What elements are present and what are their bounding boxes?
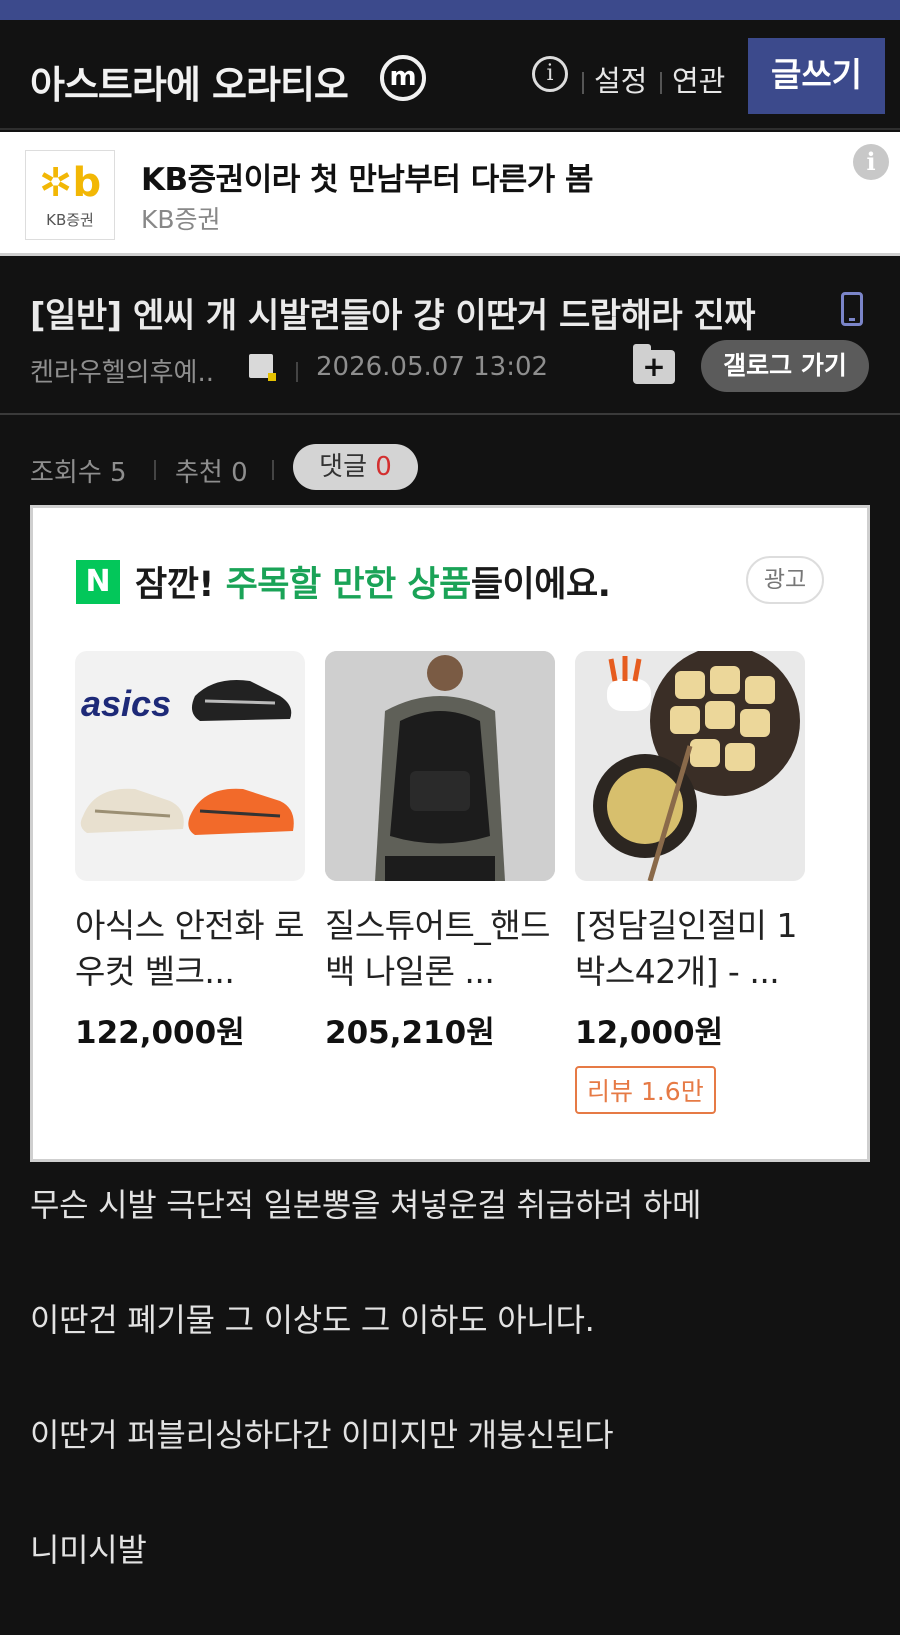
fixed-nick-icon (249, 354, 276, 381)
ad-label-badge[interactable]: 광고 (746, 556, 824, 604)
banner-advertiser: KB증권 (141, 205, 221, 234)
view-count: 조회수 5 (30, 458, 127, 488)
recommend-count: 추천 0 (175, 458, 248, 488)
folder-plus: + (642, 350, 666, 383)
post-body-line: 이딴건 폐기물 그 이상도 그 이하도 아니다. (30, 1301, 595, 1339)
product-card[interactable]: asics 아식스 안전화 로우컷 벨크... 122,000원 (75, 651, 305, 1052)
settings-link[interactable]: 설정 (594, 58, 647, 100)
ad-headline-prefix: 잠깐! (135, 565, 226, 605)
post-title: [일반] 엔씨 개 시발련들아 걍 이딴거 드랍해라 진짜 (30, 296, 756, 336)
author-name[interactable]: 켄라우헬의후예.. (30, 352, 214, 389)
product-card[interactable]: [정담길인절미 1박스42개] - ... 12,000원 리뷰 1.6만 (575, 651, 805, 1114)
post-body-line: 무슨 시발 극단적 일본뽕을 쳐넣운걸 취급하려 하메 (30, 1186, 702, 1224)
product-image-injeolmi[interactable] (575, 651, 805, 881)
post-header: [일반] 엔씨 개 시발련들아 걍 이딴거 드랍해라 진짜 켄라우헬의후예.. … (0, 258, 900, 415)
comment-label: 댓글 (319, 452, 368, 482)
ad-headline-highlight: 주목할 만한 상품 (225, 565, 472, 605)
divider (272, 460, 274, 480)
add-folder-icon[interactable]: + (633, 344, 675, 384)
divider (154, 460, 156, 480)
product-name[interactable]: 아식스 안전화 로우컷 벨크... (75, 903, 305, 995)
product-price: 122,000원 (75, 1015, 245, 1051)
banner-title[interactable]: KB증권이라 첫 만남부터 다른가 봄 (141, 154, 594, 199)
ad-info-icon[interactable]: i (853, 144, 889, 180)
info-icon[interactable]: i (532, 56, 568, 92)
post-stats: 조회수 5 추천 0 댓글 0 (0, 442, 900, 492)
write-button[interactable]: 글쓰기 (748, 38, 885, 114)
post-date: 2026.05.07 13:02 (316, 352, 549, 382)
product-name[interactable]: [정담길인절미 1박스42개] - ... (575, 903, 805, 995)
ad-headline-suffix: 들이에요. (470, 565, 611, 605)
gallog-button[interactable]: 갤로그 가기 (701, 340, 869, 392)
product-price: 12,000원 (575, 1015, 724, 1051)
product-image-shoes[interactable]: asics (75, 651, 305, 881)
review-count-badge: 리뷰 1.6만 (575, 1066, 716, 1114)
post-body-line: 이딴거 퍼블리싱하다간 이미지만 개븅신된다 (30, 1416, 614, 1454)
divider (660, 72, 662, 94)
product-card[interactable]: 질스튜어트_핸드백 나일론 ... 205,210원 (325, 651, 555, 1052)
comment-count: 0 (375, 452, 392, 482)
asics-brand-text: asics (81, 683, 171, 724)
mobile-icon (841, 292, 863, 326)
product-ad-box: N 잠깐! 주목할 만한 상품들이에요. 광고 asics 아식스 안전화 로우… (30, 505, 870, 1162)
comment-button[interactable]: 댓글 0 (293, 444, 418, 490)
related-link[interactable]: 연관 (672, 58, 725, 100)
divider (582, 72, 584, 94)
sponsored-banner[interactable]: ✲b KB증권 KB증권이라 첫 만남부터 다른가 봄 KB증권 i (0, 132, 900, 256)
divider (296, 362, 298, 382)
advertiser-logo: ✲b KB증권 (25, 150, 115, 240)
ad-headline: 잠깐! 주목할 만한 상품들이에요. (135, 556, 611, 607)
kb-logo-mark: ✲b (38, 160, 102, 206)
naver-logo-icon: N (76, 560, 120, 604)
gallery-title[interactable]: 아스트라에 오라티오 (30, 54, 349, 109)
gallery-header: 아스트라에 오라티오 m i 설정 연관 글쓰기 (0, 20, 900, 130)
post-body-line: 니미시발 (30, 1531, 147, 1569)
kb-logo-text: KB증권 (46, 211, 94, 229)
minor-gallery-icon: m (380, 55, 426, 101)
product-image-backpack[interactable] (325, 651, 555, 881)
product-price: 205,210원 (325, 1015, 495, 1051)
product-name[interactable]: 질스튜어트_핸드백 나일론 ... (325, 903, 555, 995)
top-accent-strip (0, 0, 900, 20)
